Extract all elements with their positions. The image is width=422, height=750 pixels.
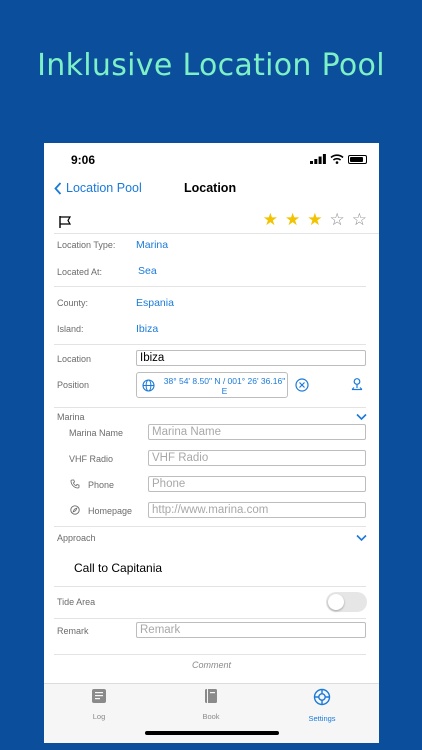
tide-area-toggle[interactable]	[326, 592, 367, 612]
tab-label: Book	[202, 712, 220, 721]
chevron-down-icon[interactable]	[356, 534, 367, 542]
star-icon-4[interactable]: ☆	[330, 212, 345, 229]
status-bar: 9:06	[44, 143, 379, 175]
divider	[54, 654, 366, 655]
marina-section-label: Marina	[57, 412, 85, 422]
flag-icon[interactable]	[58, 215, 72, 229]
location-type-label: Location Type:	[57, 240, 116, 250]
signal-icon	[310, 154, 326, 164]
vhf-radio-input[interactable]	[148, 450, 366, 466]
location-label: Location	[57, 354, 92, 364]
island-label: Island:	[57, 324, 84, 334]
tab-book[interactable]: Book	[181, 688, 241, 721]
wifi-icon	[330, 154, 344, 164]
divider	[54, 344, 366, 345]
tab-bar: Log Book Settings	[44, 683, 379, 743]
divider	[54, 233, 379, 234]
homepage-label: Homepage	[88, 506, 133, 516]
back-label: Location Pool	[66, 181, 142, 195]
divider	[54, 286, 366, 287]
phone-screen: 9:06 Location Pool Location ★ ★ ★ ☆ ☆ Lo…	[44, 143, 379, 743]
phone-icon	[70, 479, 80, 489]
home-indicator	[145, 731, 279, 735]
position-label: Position	[57, 380, 90, 390]
comment-field[interactable]: Comment	[44, 660, 379, 670]
tab-log[interactable]: Log	[69, 688, 129, 721]
located-at-label: Located At:	[57, 267, 103, 277]
back-button[interactable]: Location Pool	[54, 181, 142, 195]
toggle-knob	[328, 594, 344, 610]
divider	[54, 526, 366, 527]
marina-name-input[interactable]	[148, 424, 366, 440]
book-icon	[205, 689, 217, 703]
clear-position-icon[interactable]	[295, 378, 309, 392]
position-box[interactable]: 38° 54' 8.50" N / 001° 26' 36.16" E	[136, 372, 288, 398]
chevron-left-icon	[54, 181, 62, 195]
homepage-input[interactable]	[148, 502, 366, 518]
page-title: Location	[184, 181, 237, 195]
phone-input[interactable]	[148, 476, 366, 492]
compass-icon	[70, 505, 80, 515]
island-value[interactable]: Ibiza	[136, 323, 158, 335]
battery-icon	[348, 154, 367, 164]
phone-label: Phone	[88, 480, 115, 490]
divider	[54, 407, 366, 408]
tab-settings[interactable]: Settings	[292, 688, 352, 723]
star-icon-3[interactable]: ★	[307, 212, 322, 229]
approach-label: Approach	[57, 533, 96, 543]
chevron-down-icon[interactable]	[356, 413, 367, 421]
divider	[54, 586, 366, 587]
status-icons	[310, 154, 367, 164]
tide-area-label: Tide Area	[57, 597, 96, 607]
status-time: 9:06	[71, 153, 96, 167]
marina-name-label: Marina Name	[69, 428, 124, 438]
tab-label: Log	[92, 712, 106, 721]
map-pin-icon[interactable]	[350, 377, 364, 392]
star-icon-1[interactable]: ★	[263, 212, 278, 229]
star-icon-5[interactable]: ☆	[352, 212, 367, 229]
tab-label: Settings	[308, 714, 336, 723]
star-icon-2[interactable]: ★	[285, 212, 300, 229]
call-capitania-button[interactable]: Call to Capitania	[74, 561, 162, 575]
globe-icon	[142, 379, 155, 392]
headline: Inklusive Location Pool	[37, 48, 385, 83]
rating-stars[interactable]: ★ ★ ★ ☆ ☆	[263, 212, 367, 229]
settings-icon	[313, 688, 331, 706]
location-input[interactable]	[136, 350, 366, 366]
location-type-value[interactable]: Marina	[136, 239, 168, 251]
remark-input[interactable]	[136, 622, 366, 638]
county-value[interactable]: Espania	[136, 297, 174, 309]
position-value: 38° 54' 8.50" N / 001° 26' 36.16" E	[163, 376, 286, 396]
log-icon	[92, 689, 106, 703]
county-label: County:	[57, 298, 89, 308]
vhf-radio-label: VHF Radio	[69, 454, 114, 464]
remark-label: Remark	[57, 626, 89, 636]
located-at-value[interactable]: Sea	[138, 265, 157, 277]
nav-bar: Location Pool Location	[44, 179, 379, 199]
divider	[54, 618, 366, 619]
